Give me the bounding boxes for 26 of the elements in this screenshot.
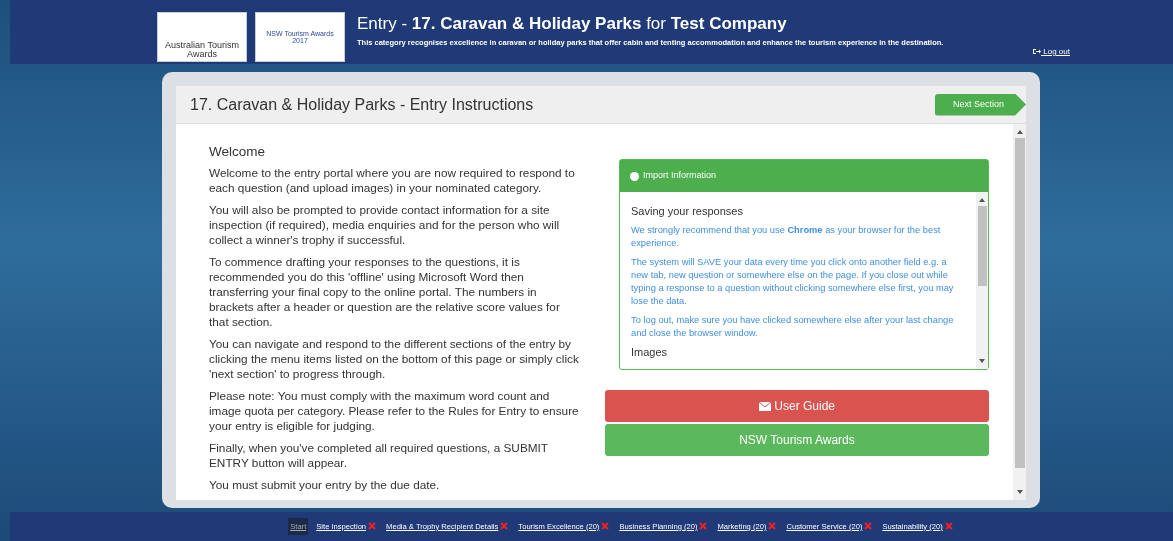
instruction-paragraph: Welcome to the entry portal where you are now required to respond to each question (and upload images) in your nominated category. [209, 166, 576, 197]
instruction-paragraph: You must submit your entry by the due date. [209, 478, 441, 494]
scrollbar-thumb[interactable] [1014, 138, 1025, 468]
welcome-heading: Welcome [209, 144, 267, 161]
instruction-paragraph: You can navigate and respond to the different sections of the entry by clicking the menu items listed on the bottom of this page or simply click 'next section' to progress through. [209, 337, 580, 383]
scroll-down-icon[interactable] [979, 359, 985, 364]
info-heading: Saving your responses [631, 205, 744, 219]
awards-logo: Australian Tourism Awards [157, 12, 247, 62]
logout-link[interactable]: Log out [1033, 46, 1070, 58]
info-paragraph: We strongly recommend that you use Chrome as your browser for the best experience. [631, 224, 942, 251]
scrollbar-thumb[interactable] [977, 206, 987, 286]
card-title: 17. Caravan & Holiday Parks - Entry Instructions [190, 94, 534, 115]
info-panel-title: Import Information [643, 169, 717, 183]
link-button[interactable]: User Guide [605, 390, 989, 422]
scroll-up-icon[interactable] [1016, 130, 1023, 135]
info-heading: Images [631, 346, 669, 360]
instruction-paragraph: Finally, when you've completed all required questions, a SUBMIT ENTRY button will appear. [209, 441, 549, 472]
logout-icon [1033, 48, 1042, 56]
page-title: Entry - 17. Caravan & Holiday Parks for Test Company [357, 14, 788, 35]
instruction-paragraph: Please note: You must comply with the maximum word count and image quota per category. Please refer to the Rules for Entry to ensure your entry is eligible for judging. [209, 389, 580, 435]
scroll-up-icon[interactable] [979, 198, 985, 203]
info-paragraph: To log out, make sure you have clicked somewhere else after your last change and close the browser window. [631, 314, 955, 341]
instruction-paragraph: You will also be prompted to provide contact information for a site inspection (if required), media enquiries and for the person who will collect a winner's trophy if successful. [209, 203, 561, 249]
scroll-down-icon[interactable] [1016, 490, 1023, 495]
instruction-paragraph: To commence drafting your responses to the questions, it is recommended you do this 'offline' using Microsoft Word then transferring your final copy to the online portal. The numbers in brackets after a header or question are the relative score values for that section. [209, 255, 561, 331]
info-paragraph: The system will SAVE your data every time you click onto another field e.g. a new tab, new question or somewhere else on the page. If you close out while typing a response to a question without clicking somewhere else first, you may lose the data. [631, 256, 955, 309]
